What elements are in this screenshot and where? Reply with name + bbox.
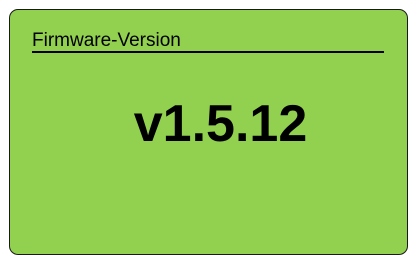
firmware-version-value: v1.5.12 [133,95,308,153]
lcd-screen: Firmware-Version v1.5.12 [9,9,408,255]
lcd-header: Firmware-Version [32,27,384,53]
firmware-version-label: Firmware-Version [32,30,181,51]
